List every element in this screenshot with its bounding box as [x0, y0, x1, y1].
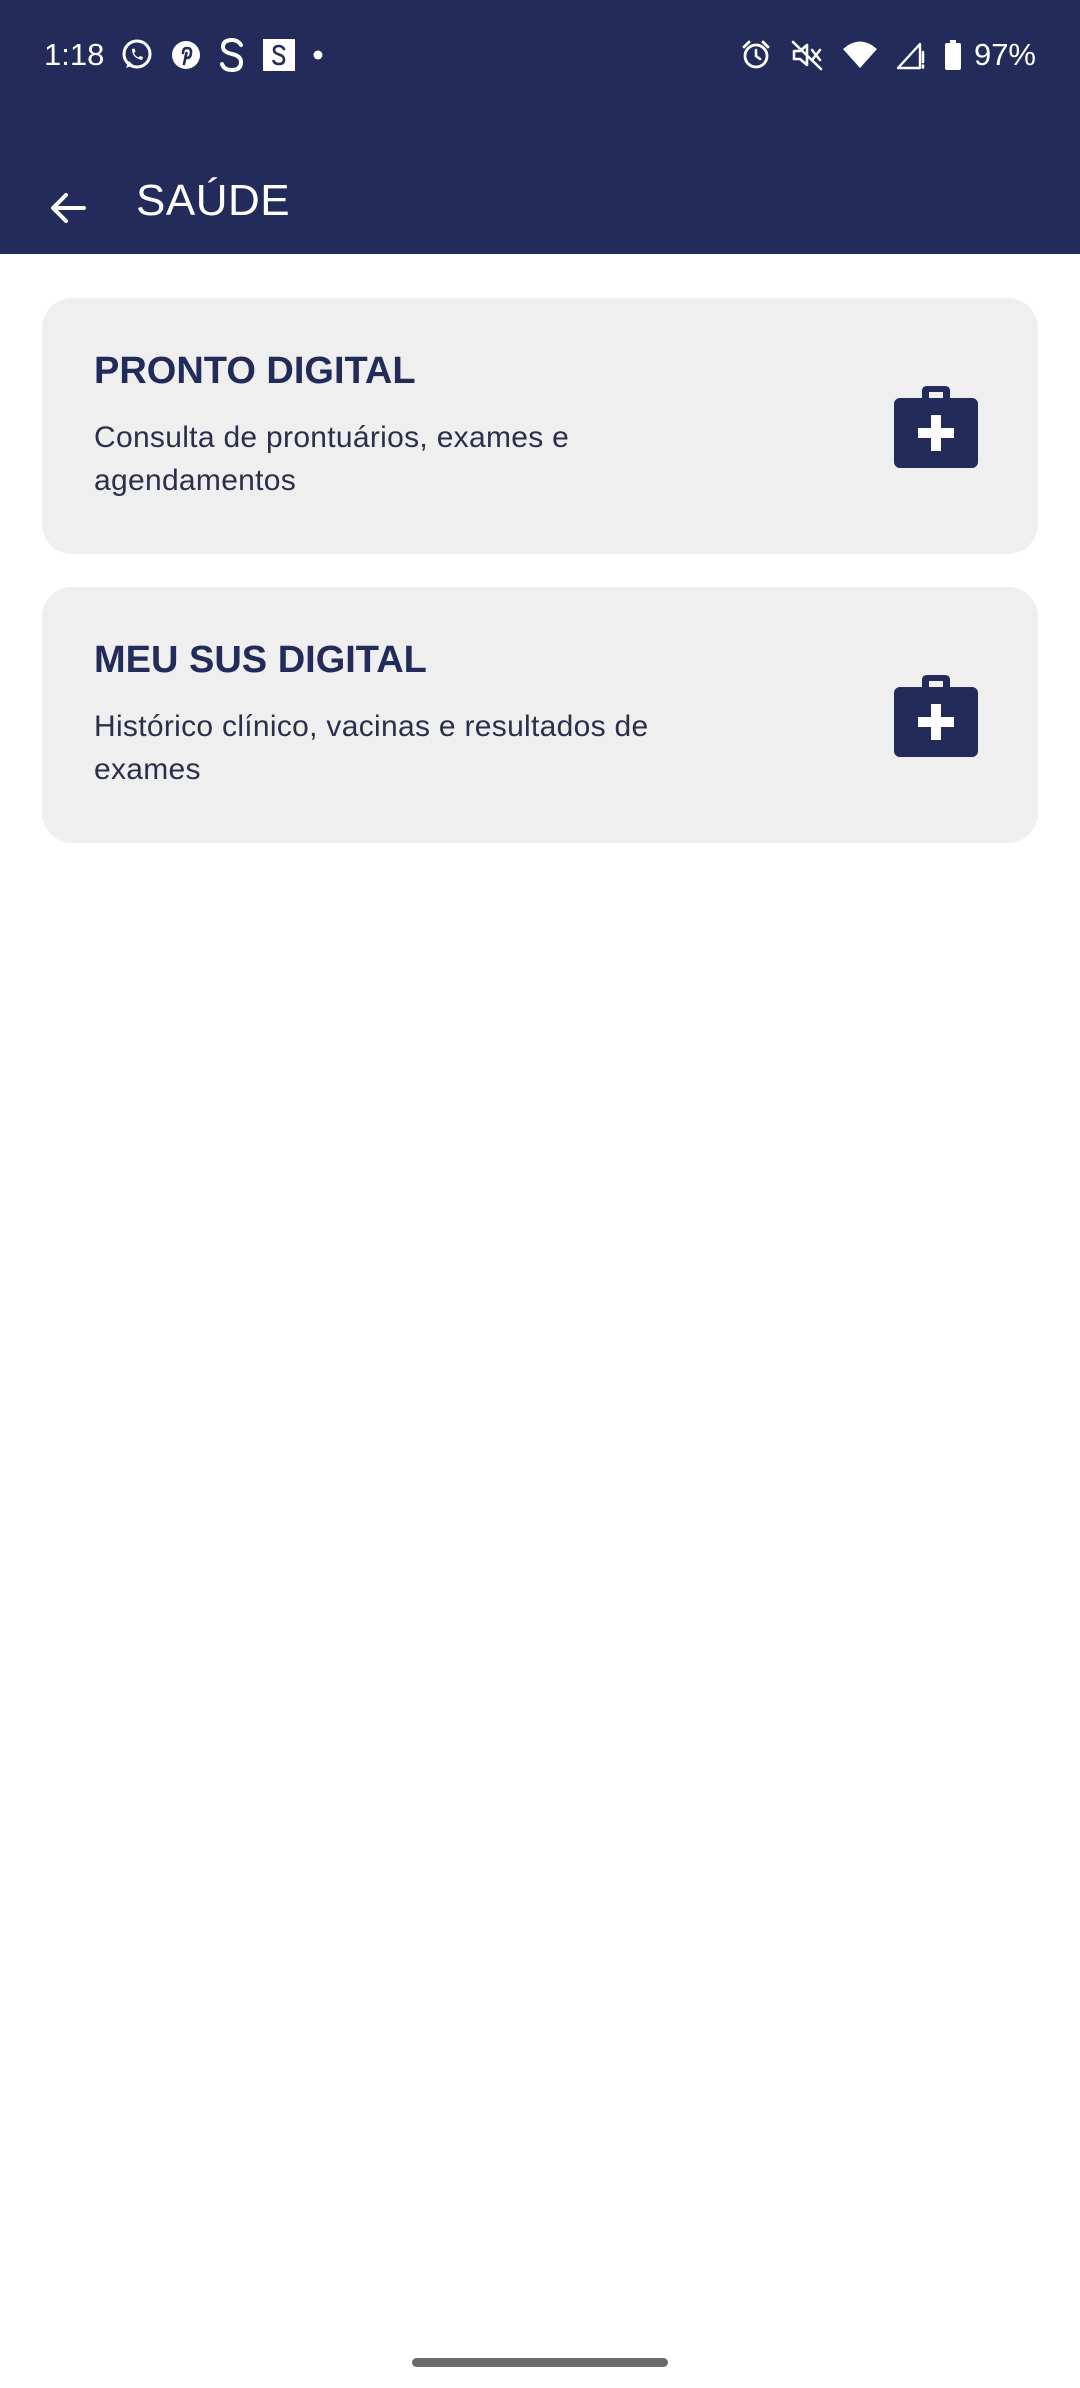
battery-percent: 97% [973, 37, 1036, 72]
home-indicator[interactable] [412, 2358, 668, 2367]
page-title: SAÚDE [136, 176, 291, 225]
whatsapp-icon [120, 38, 154, 72]
medical-kit-icon [894, 675, 978, 757]
signal-icon [896, 40, 926, 70]
medical-kit-icon [894, 386, 978, 468]
alarm-icon [740, 39, 772, 71]
app-bar: SAÚDE [0, 150, 1080, 260]
back-button[interactable] [40, 180, 96, 236]
card-description: Histórico clínico, vacinas e resultados … [94, 710, 649, 786]
dot-icon [312, 49, 324, 61]
status-time: 1:18 [44, 37, 105, 72]
status-left: 1:18 [44, 30, 340, 80]
status-bar: 1:18 97% [0, 0, 1080, 110]
s-icon [218, 37, 246, 73]
wifi-icon [842, 40, 878, 70]
pinterest-icon [170, 39, 202, 71]
battery-icon [944, 39, 962, 71]
card-pronto-digital[interactable]: PRONTO DIGITAL Consulta de prontuários, … [42, 298, 1038, 554]
card-meu-sus-digital[interactable]: MEU SUS DIGITAL Histórico clínico, vacin… [42, 587, 1038, 843]
arrow-left-icon [51, 193, 86, 223]
mute-icon [790, 39, 824, 71]
card-description: Consulta de prontuários, exames e agenda… [94, 421, 570, 497]
status-right: 97% [734, 30, 1036, 80]
card-title: PRONTO DIGITAL [94, 350, 416, 392]
top-bar: 1:18 97% SAÚDE [0, 0, 1080, 254]
screen: 1:18 97% SAÚDE PRONTO DIGITAL Consulta d… [0, 0, 1080, 2388]
s-square-icon [262, 38, 296, 72]
card-title: MEU SUS DIGITAL [94, 639, 427, 681]
